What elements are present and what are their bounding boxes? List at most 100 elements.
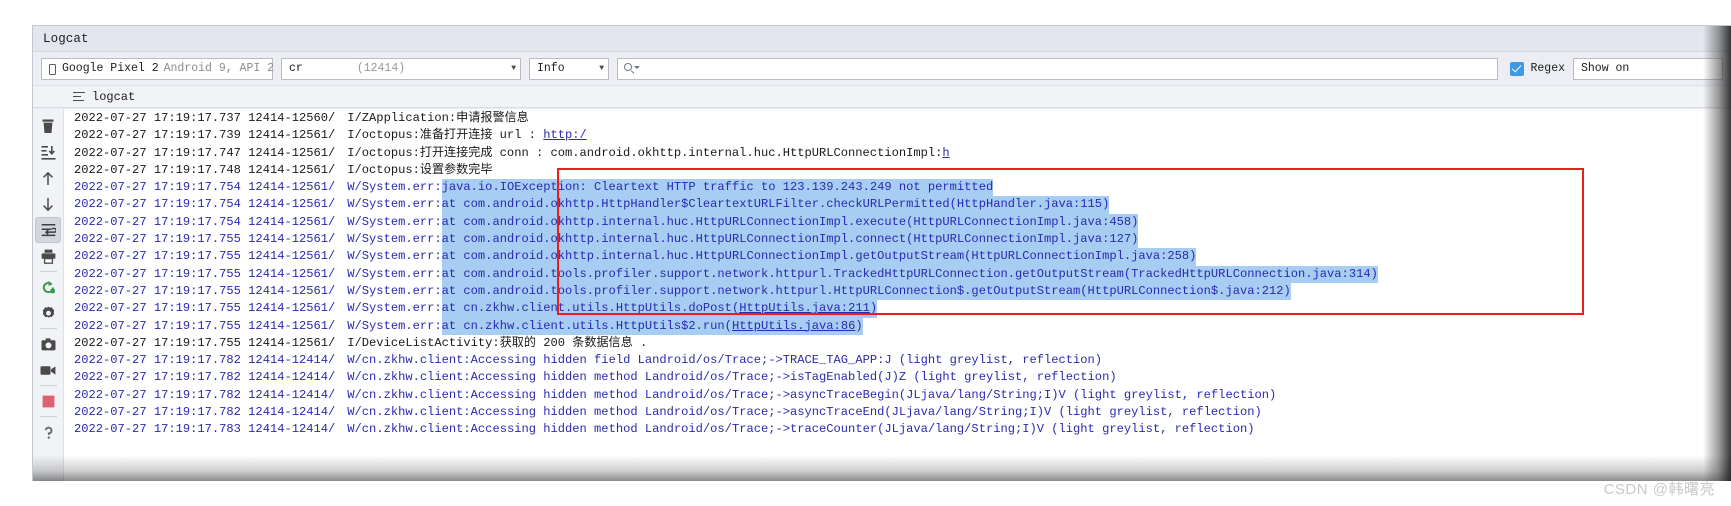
tab-logcat[interactable]: logcat xyxy=(92,90,135,104)
chevron-down-icon: ▼ xyxy=(599,63,604,73)
log-tag: W/cn.zkhw.client: xyxy=(347,422,471,437)
log-tag: W/cn.zkhw.client: xyxy=(347,387,471,402)
print-button[interactable] xyxy=(35,243,61,269)
search-field[interactable] xyxy=(617,57,1499,80)
log-row[interactable]: 2022-07-27 17:19:17.755 12414-12561/W/Sy… xyxy=(64,265,1731,283)
log-timestamp: 2022-07-27 17:19:17.755 12414-12561/ xyxy=(74,232,336,247)
search-icon xyxy=(624,63,640,74)
logcat-output-pane[interactable]: 2022-07-27 17:19:17.737 12414-12560/I/ZA… xyxy=(64,109,1731,481)
log-message: 获取的 200 条数据信息 . xyxy=(499,335,648,350)
show-only-label: Show on xyxy=(1581,62,1630,75)
log-tag: I/octopus: xyxy=(347,162,420,177)
log-timestamp: 2022-07-27 17:19:17.754 12414-12561/ xyxy=(74,180,336,195)
log-timestamp: 2022-07-27 17:19:17.748 12414-12561/ xyxy=(74,162,336,177)
log-row[interactable]: 2022-07-27 17:19:17.782 12414-12414/W/cn… xyxy=(64,352,1731,369)
log-tag: W/System.err: xyxy=(347,197,442,212)
log-row[interactable]: 2022-07-27 17:19:17.747 12414-12561/I/oc… xyxy=(64,145,1731,162)
device-selector[interactable]: Google Pixel 2 Android 9, API 2 ▼ xyxy=(41,57,289,80)
log-tag: W/cn.zkhw.client: xyxy=(347,370,471,385)
log-tag: W/System.err: xyxy=(347,232,442,247)
log-link[interactable]: HttpUtils.java:86 xyxy=(732,319,855,333)
log-row[interactable]: 2022-07-27 17:19:17.739 12414-12561/I/oc… xyxy=(64,127,1731,144)
log-timestamp: 2022-07-27 17:19:17.782 12414-12414/ xyxy=(74,353,336,368)
process-name: cr xyxy=(289,62,303,75)
sidebar-divider xyxy=(39,385,57,386)
device-api-label: Android 9, API 2 xyxy=(163,62,275,75)
log-row[interactable]: 2022-07-27 17:19:17.782 12414-12414/W/cn… xyxy=(64,404,1731,421)
log-message: 准备打开连接 url : http:/ xyxy=(419,128,587,143)
log-row[interactable]: 2022-07-27 17:19:17.755 12414-12561/W/Sy… xyxy=(64,300,1731,318)
restart-button[interactable] xyxy=(35,274,61,300)
stop-square-icon xyxy=(42,395,54,407)
log-link[interactable]: h xyxy=(942,146,949,160)
log-timestamp: 2022-07-27 17:19:17.755 12414-12561/ xyxy=(74,249,336,264)
logcat-tabstrip: logcat xyxy=(33,86,1731,108)
log-tag: W/System.err: xyxy=(347,283,442,298)
settings-button[interactable] xyxy=(35,300,61,326)
arrow-up-icon xyxy=(43,171,53,185)
log-row[interactable]: 2022-07-27 17:19:17.755 12414-12561/I/De… xyxy=(64,335,1731,352)
log-message: at com.android.okhttp.internal.huc.HttpU… xyxy=(441,231,1139,249)
log-timestamp: 2022-07-27 17:19:17.755 12414-12561/ xyxy=(74,301,336,316)
scroll-to-end-button[interactable] xyxy=(35,139,61,165)
log-level-selector[interactable]: Info ▼ xyxy=(529,57,609,80)
log-row[interactable]: 2022-07-27 17:19:17.782 12414-12414/W/cn… xyxy=(64,387,1731,404)
phone-icon xyxy=(49,64,56,75)
up-button[interactable] xyxy=(35,165,61,191)
log-tag: I/DeviceListActivity: xyxy=(347,335,500,350)
down-button[interactable] xyxy=(35,191,61,217)
log-link[interactable]: http:/ xyxy=(543,128,587,142)
log-row[interactable]: 2022-07-27 17:19:17.783 12414-12414/W/cn… xyxy=(64,421,1731,438)
log-timestamp: 2022-07-27 17:19:17.782 12414-12414/ xyxy=(74,387,336,402)
soft-wrap-button[interactable] xyxy=(35,217,61,243)
log-tag: W/System.err: xyxy=(347,214,442,229)
log-row[interactable]: 2022-07-27 17:19:17.782 12414-12414/W/cn… xyxy=(64,369,1731,386)
log-timestamp: 2022-07-27 17:19:17.755 12414-12561/ xyxy=(74,335,336,350)
log-timestamp: 2022-07-27 17:19:17.755 12414-12561/ xyxy=(74,283,336,298)
process-pid: (12414) xyxy=(356,62,406,75)
sidebar-divider xyxy=(39,328,57,329)
log-row[interactable]: 2022-07-27 17:19:17.754 12414-12561/W/Sy… xyxy=(64,196,1731,214)
regex-checkbox[interactable] xyxy=(1510,61,1525,76)
log-row[interactable]: 2022-07-27 17:19:17.755 12414-12561/W/Sy… xyxy=(64,282,1731,301)
log-rows-container: 2022-07-27 17:19:17.737 12414-12560/I/ZA… xyxy=(64,109,1731,439)
process-selector[interactable]: cr (12414) ▼ xyxy=(281,57,521,80)
log-timestamp: 2022-07-27 17:19:17.754 12414-12561/ xyxy=(74,214,336,229)
log-row[interactable]: 2022-07-27 17:19:17.755 12414-12561/W/Sy… xyxy=(64,317,1731,335)
log-timestamp: 2022-07-27 17:19:17.737 12414-12560/ xyxy=(74,111,336,125)
log-message: Accessing hidden method Landroid/os/Trac… xyxy=(470,370,1117,385)
log-message: at cn.zkhw.client.utils.HttpUtils$2.run(… xyxy=(441,317,863,335)
regex-option[interactable]: Regex xyxy=(1506,61,1565,76)
sidebar-divider xyxy=(39,416,57,417)
log-row[interactable]: 2022-07-27 17:19:17.737 12414-12560/I/ZA… xyxy=(64,110,1731,127)
log-tag: W/cn.zkhw.client: xyxy=(347,405,471,420)
log-timestamp: 2022-07-27 17:19:17.755 12414-12561/ xyxy=(74,318,336,333)
log-row[interactable]: 2022-07-27 17:19:17.748 12414-12561/I/oc… xyxy=(64,162,1731,179)
log-message: at cn.zkhw.client.utils.HttpUtils.doPost… xyxy=(441,300,878,318)
clear-logcat-button[interactable] xyxy=(35,113,61,139)
stop-button[interactable] xyxy=(35,388,61,414)
screenshot-button[interactable] xyxy=(35,331,61,357)
video-camera-icon xyxy=(40,365,56,375)
show-only-selector[interactable]: Show on xyxy=(1573,57,1723,80)
window-title: Logcat xyxy=(43,31,89,46)
log-timestamp: 2022-07-27 17:19:17.782 12414-12414/ xyxy=(74,405,336,420)
log-row[interactable]: 2022-07-27 17:19:17.754 12414-12561/W/Sy… xyxy=(64,213,1731,232)
log-message-tail: ) xyxy=(869,301,878,316)
log-message: 打开连接完成 conn : com.android.okhttp.interna… xyxy=(419,145,950,160)
log-message: at com.android.tools.profiler.support.ne… xyxy=(441,265,1378,283)
help-button[interactable] xyxy=(35,419,61,445)
regex-label: Regex xyxy=(1530,62,1565,75)
log-level-value: Info xyxy=(537,62,565,75)
log-link[interactable]: HttpUtils.java:211 xyxy=(739,301,870,315)
screen-record-button[interactable] xyxy=(35,357,61,383)
chevron-down-icon: ▼ xyxy=(511,63,516,73)
log-message: Accessing hidden method Landroid/os/Trac… xyxy=(470,387,1277,402)
log-row[interactable]: 2022-07-27 17:19:17.755 12414-12561/W/Sy… xyxy=(64,248,1731,266)
log-tag: W/System.err: xyxy=(347,266,442,281)
log-row[interactable]: 2022-07-27 17:19:17.754 12414-12561/W/Sy… xyxy=(64,179,1731,197)
log-tag: I/octopus: xyxy=(347,128,420,143)
log-row[interactable]: 2022-07-27 17:19:17.755 12414-12561/W/Sy… xyxy=(64,231,1731,249)
log-message: java.io.IOException: Cleartext HTTP traf… xyxy=(441,179,994,197)
log-tag: W/System.err: xyxy=(347,180,442,195)
